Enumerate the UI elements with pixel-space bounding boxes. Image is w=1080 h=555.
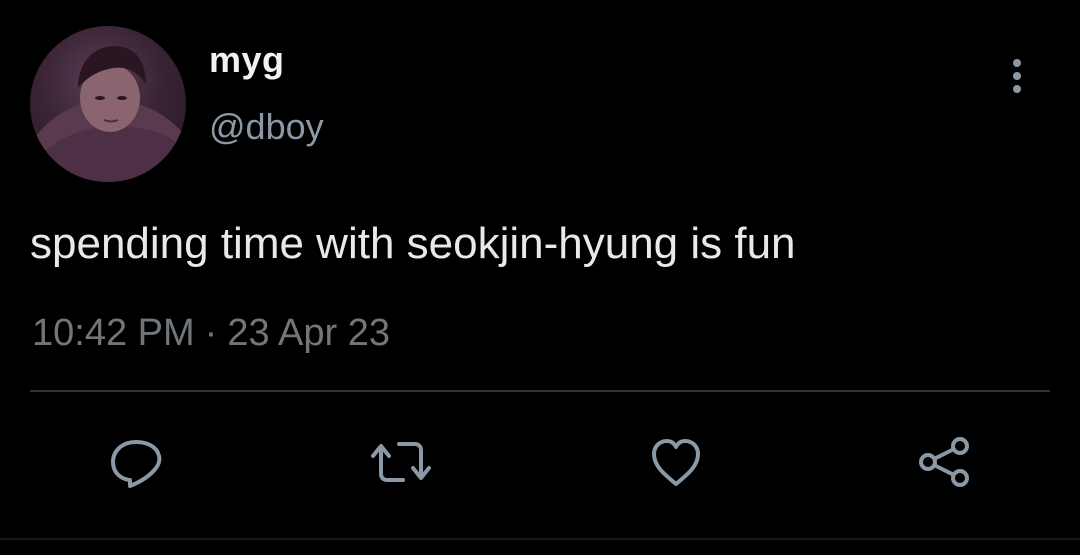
tweet-text: spending time with seokjin-hyung is fun — [30, 219, 796, 268]
tweet-timestamp[interactable]: 10:42 PM · 23 Apr 23 — [32, 314, 390, 352]
like-button[interactable] — [644, 430, 708, 494]
tweet-detail: myg @dboy spending time with seokjin-hyu… — [0, 0, 1080, 555]
divider — [30, 390, 1050, 392]
display-name[interactable]: myg — [209, 42, 285, 78]
avatar[interactable] — [30, 26, 186, 182]
heart-icon — [652, 439, 700, 486]
avatar-photo — [30, 46, 186, 182]
share-button[interactable] — [912, 430, 976, 494]
more-options-button[interactable] — [1002, 56, 1032, 96]
tweet-date: 23 Apr 23 — [227, 312, 390, 354]
reply-icon — [111, 440, 162, 488]
reply-button[interactable] — [104, 430, 168, 494]
bottom-divider — [0, 538, 1080, 540]
share-icon — [919, 437, 969, 487]
more-vertical-icon — [1013, 59, 1021, 93]
retweet-icon — [371, 442, 431, 482]
user-handle[interactable]: @dboy — [209, 109, 324, 145]
tweet-time: 10:42 PM — [32, 312, 195, 354]
meta-separator: · — [204, 312, 218, 354]
retweet-button[interactable] — [369, 430, 433, 494]
